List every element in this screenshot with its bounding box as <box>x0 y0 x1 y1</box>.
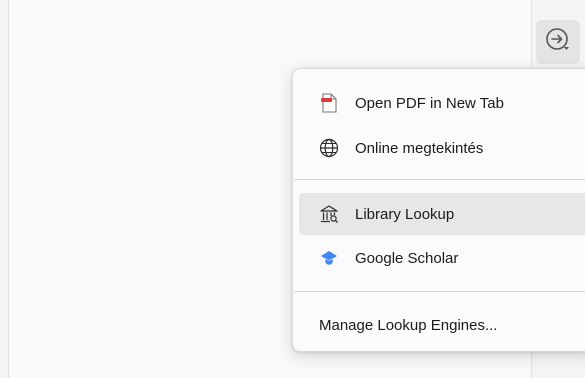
menu-item-online-view[interactable]: Online megtekintés <box>299 127 585 169</box>
pdf-file-icon <box>317 91 341 115</box>
menu-item-library-lookup[interactable]: Library Lookup <box>299 193 585 235</box>
menu-separator <box>294 291 585 292</box>
menu-item-label: Google Scholar <box>355 249 459 267</box>
library-icon <box>317 202 341 226</box>
menu-item-label: Open PDF in New Tab <box>355 94 504 112</box>
menu-item-google-scholar[interactable]: Google Scholar <box>299 237 585 279</box>
lookup-menu: Open PDF in New Tab Online megtekintés L… <box>292 68 585 352</box>
manage-lookup-engines-label: Manage Lookup Engines... <box>319 316 498 334</box>
manage-lookup-engines-item[interactable]: Manage Lookup Engines... <box>299 304 585 346</box>
menu-item-label: Library Lookup <box>355 205 455 223</box>
arrow-right-circle-icon <box>544 26 572 59</box>
menu-item-open-pdf-new-tab[interactable]: Open PDF in New Tab <box>299 82 585 124</box>
menu-item-label: Online megtekintés <box>355 139 484 157</box>
globe-icon <box>317 136 341 160</box>
menu-separator <box>294 179 585 180</box>
google-scholar-icon <box>317 246 341 270</box>
app-window: Open PDF in New Tab Online megtekintés L… <box>0 0 585 378</box>
lookup-button[interactable] <box>536 20 580 64</box>
